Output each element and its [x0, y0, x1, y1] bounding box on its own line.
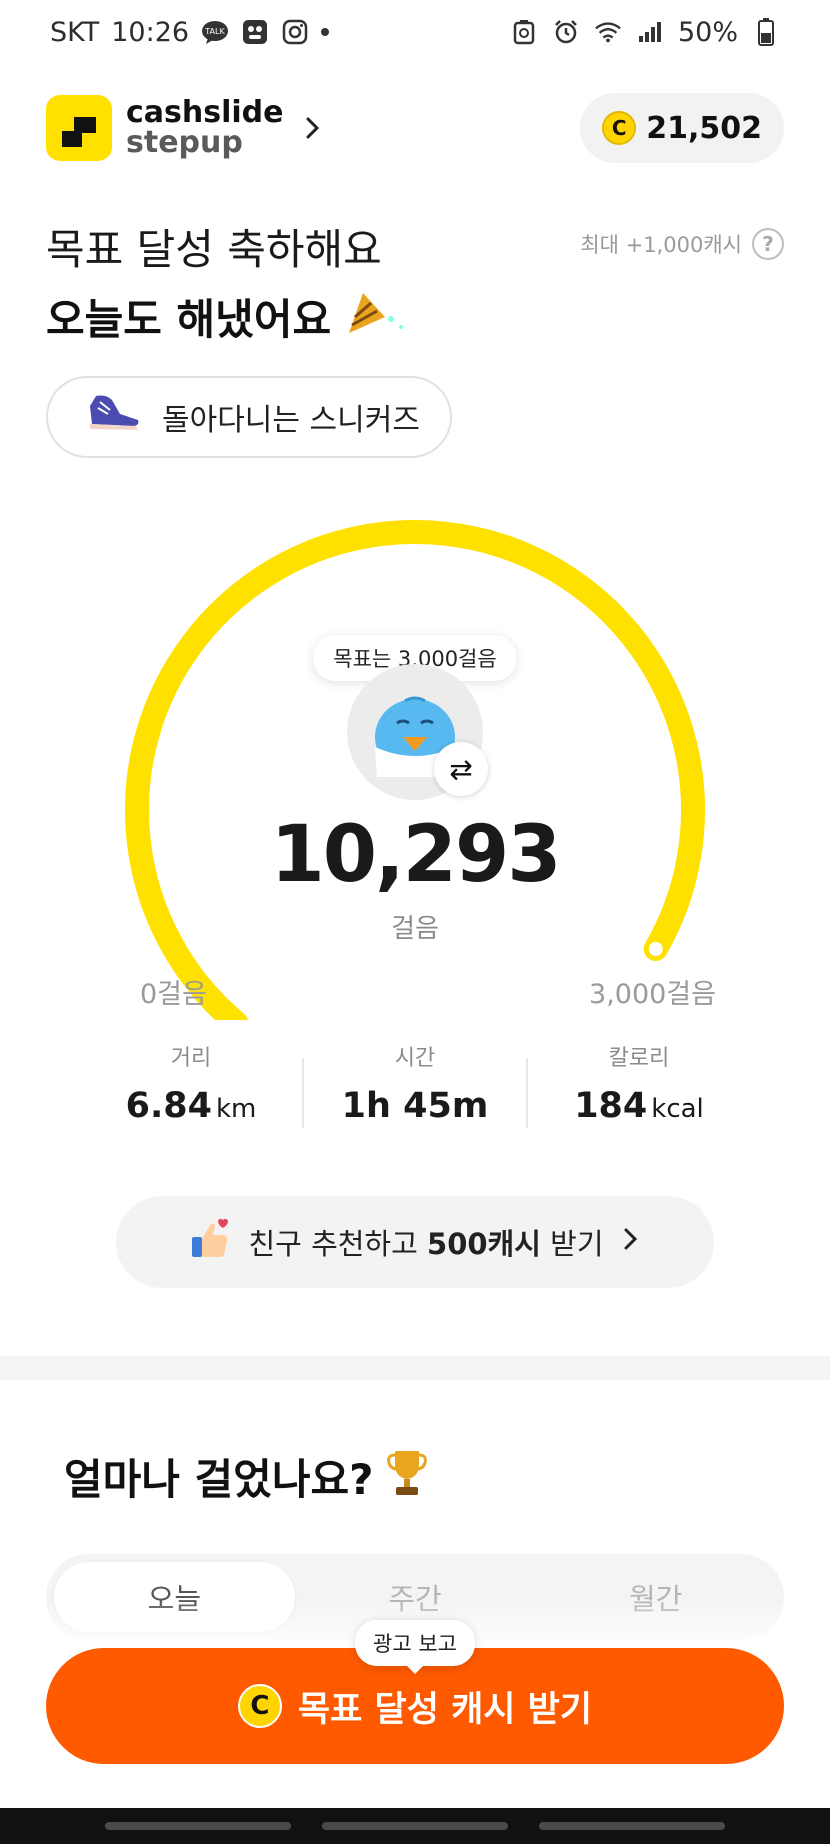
max-reward-text: 최대 +1,000캐시	[580, 233, 742, 257]
status-bar: SKT 10:26 TALK 50%	[0, 0, 830, 64]
stat-label: 시간	[394, 1046, 436, 1071]
activity-stats: 거리 6.84 km 시간 1h 45m 칼로리 184 kcal	[80, 1040, 750, 1140]
stat-value: 6.84	[125, 1086, 212, 1126]
sneaker-icon	[86, 392, 142, 442]
trophy-icon	[385, 1447, 429, 1507]
chevron-right-icon[interactable]	[298, 114, 326, 142]
svg-text:TALK: TALK	[204, 27, 225, 36]
help-icon[interactable]: ?	[752, 228, 784, 260]
stat-calories: 칼로리 184 kcal	[528, 1040, 750, 1140]
max-reward-info[interactable]: 최대 +1,000캐시 ?	[580, 228, 784, 260]
sneaker-item-button[interactable]: 돌아다니는 스니커즈	[46, 376, 452, 458]
referral-prefix: 친구 추천하고	[248, 1227, 428, 1261]
ad-tooltip: 광고 보고	[355, 1620, 475, 1674]
claim-button-label: 목표 달성 캐시 받기	[297, 1689, 593, 1730]
nav-back-button[interactable]	[538, 1822, 725, 1830]
sneaker-label: 돌아다니는 스니커즈	[162, 403, 420, 438]
swap-character-button[interactable]: ⇄	[434, 742, 488, 796]
stat-distance: 거리 6.84 km	[80, 1040, 302, 1140]
stat-unit: km	[215, 1094, 257, 1124]
wifi-icon	[594, 18, 622, 46]
system-nav-bar	[0, 1808, 830, 1844]
party-popper-icon	[341, 287, 411, 347]
notification-dot	[321, 28, 330, 36]
nav-home-button[interactable]	[321, 1822, 508, 1830]
cash-balance-button[interactable]: C 21,502	[580, 93, 784, 163]
stat-time: 시간 1h 45m	[304, 1040, 526, 1140]
talk-icon: TALK	[201, 18, 229, 46]
coin-icon: C	[237, 1684, 282, 1728]
stat-label: 칼로리	[608, 1046, 670, 1071]
cash-balance: 21,502	[646, 110, 762, 146]
coin-icon: C	[602, 111, 637, 145]
stat-label: 거리	[170, 1046, 212, 1071]
step-unit: 걸음	[391, 914, 439, 944]
greeting-line2: 오늘도 해냈어요	[46, 295, 332, 344]
carrier-label: SKT	[50, 16, 100, 48]
battery-percent: 50%	[677, 16, 738, 48]
swap-icon: ⇄	[449, 752, 473, 786]
thumbs-up-icon	[188, 1217, 232, 1268]
chat-icon	[241, 18, 269, 46]
instagram-icon	[281, 18, 309, 46]
screen: SKT 10:26 TALK 50% cashslide stepup C 21…	[0, 0, 830, 1844]
stat-value: 184	[574, 1086, 648, 1126]
referral-button[interactable]: 친구 추천하고 500캐시 받기	[116, 1196, 714, 1288]
battery-icon	[752, 18, 780, 46]
stat-value: 1h 45m	[341, 1086, 489, 1126]
stat-unit: kcal	[651, 1094, 704, 1124]
brand-name[interactable]: cashslide stepup	[126, 98, 284, 158]
referral-suffix: 받기	[540, 1227, 604, 1261]
section-title-row: 얼마나 걸었나요?	[64, 1446, 429, 1507]
nav-recent-button[interactable]	[105, 1822, 292, 1830]
app-header: cashslide stepup C 21,502	[46, 92, 784, 164]
referral-amount: 500캐시	[427, 1227, 541, 1261]
clock: 10:26	[111, 16, 190, 48]
brand-line2: stepup	[126, 125, 243, 160]
greeting-line1: 목표 달성 축하해요	[46, 225, 382, 274]
gauge-max-label: 3,000걸음	[589, 979, 716, 1010]
signal-icon	[636, 18, 664, 46]
brand-line1: cashslide	[126, 95, 284, 130]
gauge-min-label: 0걸음	[140, 979, 207, 1010]
alarm-icon	[552, 18, 580, 46]
section-divider	[0, 1356, 830, 1380]
greeting-line2-row: 오늘도 해냈어요	[46, 286, 411, 347]
cashslide-logo[interactable]	[46, 95, 112, 161]
chevron-right-icon	[620, 1225, 642, 1259]
recycle-icon	[510, 18, 538, 46]
section-title: 얼마나 걸었나요?	[64, 1455, 374, 1504]
step-count: 10,293	[270, 810, 562, 900]
